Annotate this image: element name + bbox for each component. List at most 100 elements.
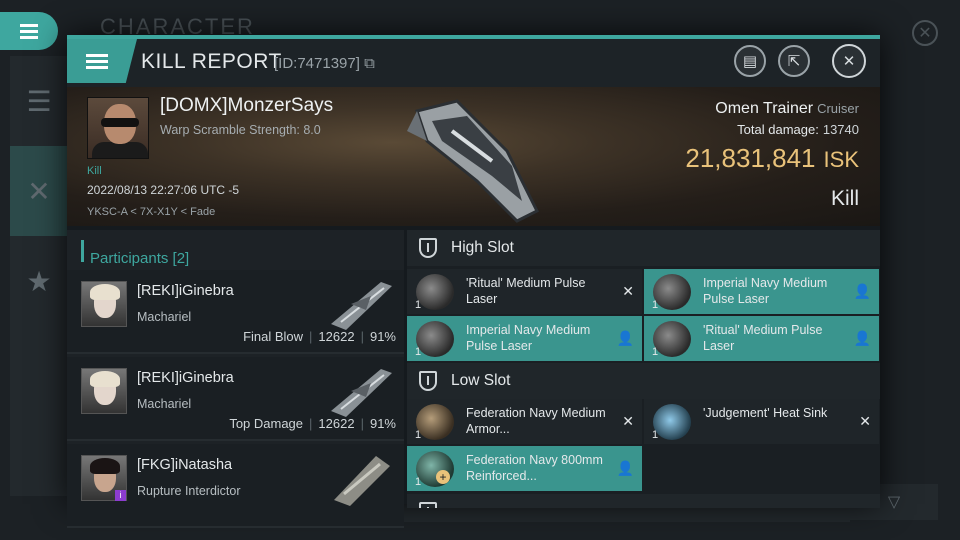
module-name: Imperial Navy Medium Pulse Laser <box>703 276 828 306</box>
result-label: Kill <box>830 187 859 210</box>
victim-ship-name[interactable]: Omen Trainer Cruiser <box>715 100 859 118</box>
pulse-laser-icon <box>653 321 691 357</box>
pulse-laser-icon <box>416 274 454 310</box>
victim-portrait[interactable] <box>87 97 149 159</box>
close-button[interactable]: ✕ <box>832 44 866 78</box>
victim-ship-image[interactable] <box>397 91 547 226</box>
kill-id-text: [ID:7471397] <box>274 55 360 72</box>
module-item[interactable]: + 1 Federation Navy 800mm Reinforced... … <box>407 446 642 491</box>
module-quantity: 1 <box>652 346 659 358</box>
menu-icon <box>20 21 38 42</box>
module-name: 'Judgement' Heat Sink <box>703 406 828 420</box>
background-close-icon[interactable]: ✕ <box>912 20 938 46</box>
warp-scramble-strength: Warp Scramble Strength: 8.0 <box>160 123 321 137</box>
high-slot-header: High Slot <box>407 230 880 266</box>
armor-plate-icon <box>416 451 454 487</box>
total-damage: Total damage: 13740 <box>737 122 859 137</box>
menu-icon <box>86 51 108 72</box>
participants-count: [2] <box>172 250 190 267</box>
module-name: Federation Navy 800mm Reinforced... <box>466 453 603 483</box>
window-menu-button[interactable] <box>67 39 137 83</box>
module-name: 'Ritual' Medium Pulse Laser <box>466 276 586 306</box>
shield-icon <box>419 502 437 508</box>
fitting-panel: High Slot 1 'Ritual' Medium Pulse Laser … <box>407 230 880 508</box>
participant-avatar[interactable] <box>81 368 127 414</box>
dropped-icon: 👤 <box>616 460 634 476</box>
background-sidebar: ☰ ✕ ★ <box>10 56 68 496</box>
participant-ship-image[interactable] <box>326 274 396 332</box>
shield-icon <box>419 371 437 391</box>
victim-name[interactable]: [DOMX]MonzerSays <box>160 95 333 117</box>
participant-ship: Machariel <box>137 310 192 324</box>
isk-amount: 21,831,841 <box>685 143 816 173</box>
participant-row[interactable]: [REKI]iGinebra Machariel Top Damage | 1262… <box>67 357 404 441</box>
module-item[interactable]: 1 Imperial Navy Medium Pulse Laser 👤 <box>407 316 642 361</box>
participant-percent: 91% <box>369 416 396 431</box>
kill-date: 2022/08/13 22:27:06 UTC -5 <box>87 183 240 197</box>
participant-name[interactable]: [REKI]iGinebra <box>137 370 234 386</box>
total-damage-value: 13740 <box>822 122 859 137</box>
destroyed-icon: ✕ <box>622 413 634 429</box>
participant-stats: Final Blow | 12622 | 91% <box>243 329 396 344</box>
crossed-swords-icon[interactable]: ✕ <box>10 146 68 236</box>
participant-name[interactable]: [REKI]iGinebra <box>137 283 234 299</box>
participant-ship: Rupture Interdictor <box>137 484 241 498</box>
module-name: Federation Navy Medium Armor... <box>466 406 606 436</box>
module-quantity: 1 <box>652 299 659 311</box>
participant-role: Top Damage <box>229 416 304 431</box>
participant-badge: i <box>115 490 126 501</box>
dropped-icon: 👤 <box>616 330 634 346</box>
kill-id[interactable]: [ID:7471397] ⧉ <box>274 55 375 72</box>
participants-title: Participants <box>90 250 169 267</box>
module-item[interactable]: 1 'Judgement' Heat Sink ✕ <box>644 399 879 444</box>
kill-report-window: KILL REPORT [ID:7471397] ⧉ ▤ ⇱ ✕ [DOMX]M… <box>67 35 880 528</box>
participant-ship-image[interactable] <box>326 361 396 419</box>
participant-stats: Top Damage | 12622 | 91% <box>229 416 396 431</box>
destroyed-icon: ✕ <box>859 413 871 429</box>
high-slot-title: High Slot <box>451 239 514 256</box>
module-item[interactable]: 1 'Ritual' Medium Pulse Laser 👤 <box>644 316 879 361</box>
module-quantity: 1 <box>415 346 422 358</box>
module-quantity: 1 <box>415 299 422 311</box>
participant-avatar[interactable] <box>81 281 127 327</box>
module-item[interactable]: 1 Imperial Navy Medium Pulse Laser 👤 <box>644 269 879 314</box>
star-icon[interactable]: ★ <box>10 236 68 326</box>
dropped-icon: 👤 <box>853 283 871 299</box>
list-icon[interactable]: ☰ <box>10 56 68 146</box>
isk-value: 21,831,841 ISK <box>685 143 859 174</box>
participant-damage: 12622 <box>318 416 355 431</box>
window-title: KILL REPORT <box>141 50 282 73</box>
low-slot-header: Low Slot <box>407 363 880 399</box>
participants-panel: Participants [2] [REKI]iGinebra Macharie… <box>67 230 404 528</box>
total-damage-label: Total damage: <box>737 122 819 137</box>
destroyed-icon: ✕ <box>622 283 634 299</box>
background-menu-button[interactable] <box>0 12 58 50</box>
next-slot-header <box>407 494 880 508</box>
shield-icon <box>419 238 437 258</box>
participant-percent: 91% <box>369 329 396 344</box>
module-item[interactable]: 1 'Ritual' Medium Pulse Laser ✕ <box>407 269 642 314</box>
ship-name-text: Omen Trainer <box>715 100 814 117</box>
ship-class: Cruiser <box>817 101 859 116</box>
module-quantity: 1 <box>415 429 422 441</box>
participant-ship-image[interactable] <box>326 448 396 506</box>
module-name: 'Ritual' Medium Pulse Laser <box>703 323 823 353</box>
participants-header: Participants [2] <box>81 240 404 267</box>
participant-row[interactable]: i [FKG]iNatasha Rupture Interdictor <box>67 444 404 528</box>
participant-name[interactable]: [FKG]iNatasha <box>137 457 232 473</box>
share-icon[interactable]: ⇱ <box>778 45 810 77</box>
plus-icon: + <box>436 470 450 484</box>
pulse-laser-icon <box>653 274 691 310</box>
victim-banner: [DOMX]MonzerSays Warp Scramble Strength:… <box>67 87 880 226</box>
kill-location[interactable]: YKSC-A < 7X-X1Y < Fade <box>87 206 215 218</box>
participant-damage: 12622 <box>318 329 355 344</box>
module-item[interactable]: 1 Federation Navy Medium Armor... ✕ <box>407 399 642 444</box>
title-bar: KILL REPORT [ID:7471397] ⧉ ▤ ⇱ ✕ <box>67 39 880 87</box>
module-quantity: 1 <box>652 429 659 441</box>
copy-icon[interactable]: ⧉ <box>364 55 375 72</box>
isk-unit: ISK <box>823 147 859 172</box>
armor-module-icon <box>416 404 454 440</box>
participant-row[interactable]: [REKI]iGinebra Machariel Final Blow | 1262… <box>67 270 404 354</box>
participant-role: Final Blow <box>243 329 304 344</box>
clipboard-icon[interactable]: ▤ <box>734 45 766 77</box>
